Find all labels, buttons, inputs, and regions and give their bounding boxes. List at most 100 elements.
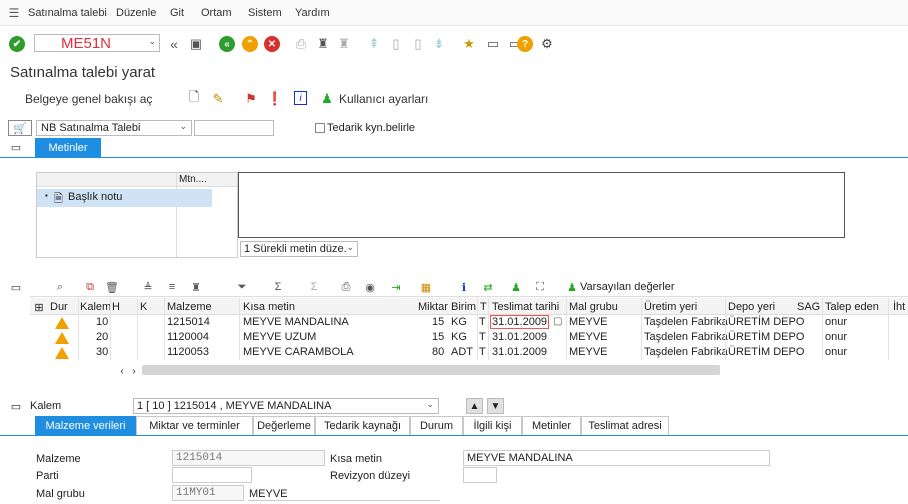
find-icon[interactable]: ♜ (315, 36, 331, 52)
collapse-icon[interactable]: ▭ (8, 398, 24, 414)
user-settings-button[interactable]: Kullanıcı ayarları (339, 92, 428, 106)
cell-kalem: 10 (96, 316, 109, 328)
cell-kalem: 20 (96, 331, 109, 343)
tab-degerleme[interactable]: Değerleme (253, 416, 315, 435)
display-change-icon[interactable]: ✎ (210, 91, 226, 107)
tab-miktar-terminler[interactable]: Miktar ve terminler (136, 416, 253, 435)
select-all-icon[interactable]: ⊞ (31, 299, 47, 315)
table-row[interactable]: 20 1120004 MEYVE UZUM 15 KG T 31.01.2009… (30, 330, 908, 345)
chevron-down-icon[interactable]: ⌄ (179, 121, 187, 132)
menu-item-yardim[interactable]: Yardım (295, 7, 330, 19)
collapse-icon[interactable]: ▭ (8, 279, 24, 295)
history-back-icon[interactable]: « (166, 36, 182, 52)
delete-icon[interactable]: 🗑 (104, 279, 120, 295)
tab-teslimat-adresi[interactable]: Teslimat adresi (581, 416, 669, 435)
text-editor[interactable] (238, 172, 845, 238)
vendor-checkbox[interactable] (315, 123, 325, 133)
chevron-down-icon[interactable]: ⌄ (426, 399, 434, 410)
revizyon-field[interactable] (463, 467, 497, 483)
sort-asc-icon[interactable]: ≜ (140, 279, 156, 295)
item-select[interactable]: 1 [ 10 ] 1215014 , MEYVE MANDALINA ⌄ (133, 398, 439, 414)
doc-number-input[interactable] (194, 120, 274, 136)
document-icon: 🗎 (54, 193, 63, 205)
account-icon[interactable]: ⇄ (480, 279, 496, 295)
kisa-metin-field[interactable]: MEYVE MANDALINA (463, 450, 770, 466)
print-icon[interactable]: ⎙ (293, 36, 309, 52)
collapse-icon[interactable]: ▭ (8, 139, 24, 155)
help-icon[interactable]: ? (517, 36, 533, 52)
overview-button[interactable]: Belgeye genel bakışı aç (25, 92, 152, 106)
malzeme-label: Malzeme (36, 453, 81, 465)
enter-icon[interactable]: ✔ (9, 36, 25, 52)
menu-item-duzenle[interactable]: Düzenle (116, 7, 156, 19)
cancel-icon[interactable]: ✕ (264, 36, 280, 52)
detail-icon[interactable]: ⌕ (52, 279, 68, 295)
chevron-down-icon[interactable]: ⌄ (148, 36, 156, 47)
sort-desc-icon[interactable]: ≡ (164, 279, 180, 295)
detail-tabstrip: Malzeme verileri Miktar ve terminler Değ… (35, 416, 675, 435)
prev-page-icon[interactable]: ▯ (388, 36, 404, 52)
back-icon[interactable]: « (219, 36, 235, 52)
tab-durum[interactable]: Durum (410, 416, 463, 435)
user-settings-icon[interactable]: ♟ (319, 91, 335, 107)
scroll-right-icon[interactable]: › (126, 363, 142, 379)
prev-item-icon[interactable]: ▲ (466, 398, 483, 414)
calendar-icon[interactable]: ▢ (553, 316, 562, 327)
hold-icon[interactable]: ⚑ (243, 91, 259, 107)
tab-ilgili-kisi[interactable]: İlgili kişi (463, 416, 522, 435)
tab-tedarik-kaynagi[interactable]: Tedarik kaynağı (315, 416, 410, 435)
text-mode-select[interactable]: 1 Sürekli metin düze. ⌄ (240, 241, 358, 257)
doc-type-select[interactable]: NB Satınalma Talebi ⌄ (36, 120, 192, 136)
default-values-icon[interactable]: ♟ (564, 279, 580, 295)
gear-icon[interactable]: ⚙ (539, 36, 555, 52)
cell-tarih[interactable]: 31.01.2009 (490, 315, 550, 329)
table-row[interactable]: 30 1120053 MEYVE CARAMBOLA 80 ADT T 31.0… (30, 345, 908, 360)
tab-malzeme-verileri[interactable]: Malzeme verileri (35, 416, 136, 435)
menu-item-ortam[interactable]: Ortam (201, 7, 232, 19)
find-next-icon[interactable]: ♜ (336, 36, 352, 52)
table-row[interactable]: 10 1215014 MEYVE MANDALINA 15 KG T 31.01… (30, 315, 908, 330)
tree-item-baslik[interactable]: ▪ 🗎 Başlık notu (37, 189, 212, 207)
assign-icon[interactable]: ⛶ (532, 279, 548, 295)
next-item-icon[interactable]: ▼ (487, 398, 504, 414)
cell-miktar: 80 (432, 346, 445, 358)
cell-malzeme: 1120004 (167, 331, 210, 343)
tab-metinler[interactable]: Metinler (35, 138, 101, 157)
first-page-icon[interactable]: ⇞ (366, 36, 382, 52)
sum-icon[interactable]: Σ (270, 279, 286, 295)
command-field[interactable]: ME51N ⌄ (34, 34, 160, 52)
views-icon[interactable]: ◉ (362, 279, 378, 295)
save-icon[interactable]: ▣ (188, 36, 204, 52)
horizontal-scrollbar[interactable] (142, 365, 720, 375)
next-page-icon[interactable]: ▯ (410, 36, 426, 52)
text-tabstrip: Metinler (35, 138, 101, 157)
exit-icon[interactable]: ⌃ (242, 36, 258, 52)
copy-icon[interactable]: ⧉ (82, 279, 98, 295)
last-page-icon[interactable]: ⇟ (431, 36, 447, 52)
layout-icon[interactable]: ▦ (418, 279, 434, 295)
menu-item-sistem[interactable]: Sistem (248, 7, 282, 19)
default-values-button[interactable]: Varsayılan değerler (580, 281, 675, 293)
export-icon[interactable]: ⇥ (388, 279, 404, 295)
new-session-icon[interactable]: ▭ (485, 36, 501, 52)
bookmark-icon[interactable]: ★ (461, 36, 477, 52)
tab-metinler[interactable]: Metinler (522, 416, 581, 435)
partner-icon[interactable]: ♟ (508, 279, 524, 295)
subtotal-icon[interactable]: Σ (306, 279, 322, 295)
cell-birim: ADT (451, 346, 473, 358)
info-icon[interactable]: i (294, 91, 307, 105)
find-icon[interactable]: ♜ (188, 279, 204, 295)
menu-item-git[interactable]: Git (170, 7, 184, 19)
menu-item-satinalma[interactable]: Satınalma talebi (28, 7, 107, 19)
filter-icon[interactable]: ⏷ (234, 279, 250, 295)
chevron-down-icon[interactable]: ⌄ (346, 242, 354, 253)
malzeme-field[interactable]: 1215014 (172, 450, 325, 466)
menu-icon[interactable]: ☰ (6, 5, 22, 21)
page-title: Satınalma talebi yarat (10, 64, 156, 81)
create-icon[interactable]: 🗋 (186, 89, 202, 107)
info-icon[interactable]: ℹ (456, 279, 472, 295)
print-icon[interactable]: ⎙ (338, 279, 354, 295)
parti-field[interactable] (172, 467, 252, 483)
check-icon[interactable]: ❗ (267, 91, 283, 107)
mal-grubu-field[interactable]: 11MY01 (172, 485, 244, 501)
